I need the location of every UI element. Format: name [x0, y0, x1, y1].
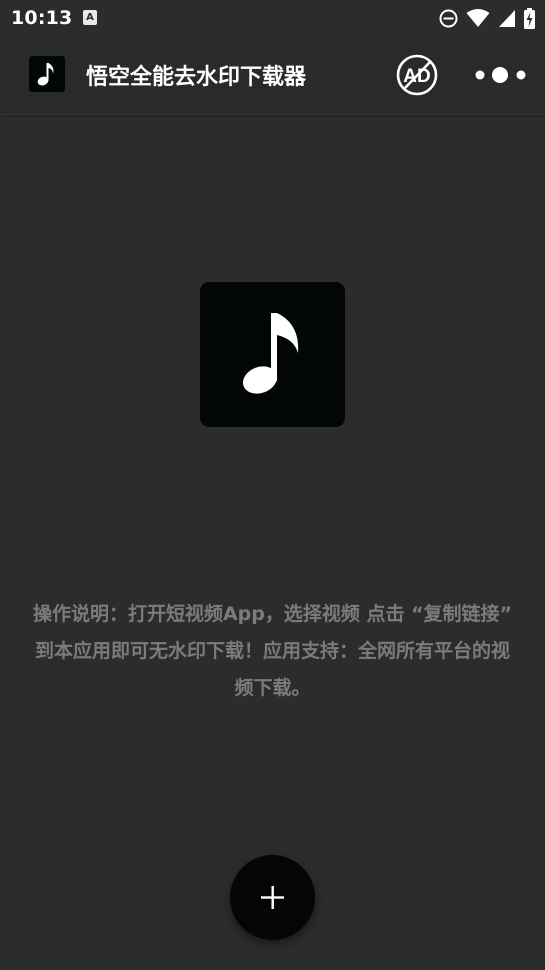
- do-not-disturb-icon: [439, 9, 458, 27]
- status-icons: [439, 7, 535, 29]
- music-note-icon: [242, 313, 299, 394]
- no-ad-button[interactable]: AD: [396, 54, 438, 96]
- add-button[interactable]: [230, 855, 315, 940]
- battery-charging-icon: [524, 7, 535, 29]
- notification-app-icon: A: [83, 10, 97, 25]
- app-logo: [29, 56, 65, 92]
- music-note-icon: [37, 63, 54, 86]
- status-bar: 10:13 A: [0, 0, 545, 36]
- status-time: 10:13: [11, 7, 73, 29]
- more-options-button[interactable]: [474, 62, 528, 88]
- app-title: 悟空全能去水印下载器: [86, 65, 307, 90]
- hero-app-icon: [200, 282, 345, 427]
- app-screen: 10:13 A 悟空全能去水印下载器 操作说明：打开短视频App，选择视频 点击…: [0, 0, 545, 970]
- signal-icon: [499, 9, 515, 27]
- more-dots-icon: [475, 67, 526, 83]
- wifi-icon: [466, 8, 490, 27]
- plus-icon: [261, 886, 284, 909]
- no-ad-icon: AD: [396, 54, 438, 96]
- app-bar: 悟空全能去水印下载器 AD: [0, 36, 545, 115]
- instructions-text: 操作说明：打开短视频App，选择视频 点击 “复制链接” 到本应用即可无水印下载…: [32, 603, 513, 699]
